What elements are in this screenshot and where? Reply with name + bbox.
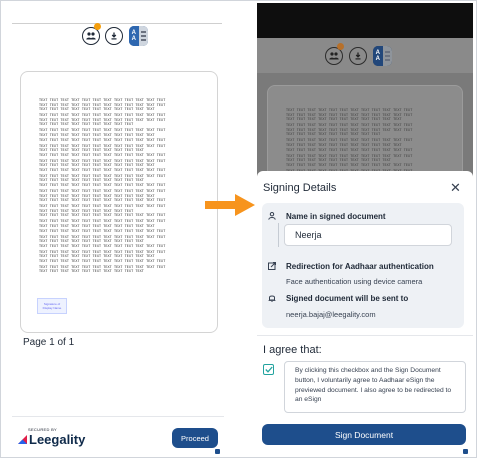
document-paragraph: TEXT TEXT TEXT TEXT TEXT TEXT TEXT TEXT … [39, 204, 204, 218]
document-paragraph: TEXT TEXT TEXT TEXT TEXT TEXT TEXT TEXT … [39, 144, 204, 158]
document-paragraph: TEXT TEXT TEXT TEXT TEXT TEXT TEXT TEXT … [39, 265, 204, 274]
document-preview[interactable]: TEXT TEXT TEXT TEXT TEXT TEXT TEXT TEXT … [20, 71, 218, 333]
document-line: TEXT TEXT TEXT TEXT TEXT TEXT TEXT TEXT … [39, 213, 166, 218]
document-paragraph: TEXT TEXT TEXT TEXT TEXT TEXT TEXT TEXT … [39, 113, 204, 127]
document-line: TEXT TEXT TEXT TEXT TEXT TEXT TEXT TEXT … [39, 228, 166, 233]
document-paragraph: TEXT TEXT TEXT TEXT TEXT TEXT TEXT TEXT … [286, 123, 451, 137]
language-icon: AA [373, 46, 383, 66]
document-line: TEXT TEXT TEXT TEXT TEXT TEXT TEXT TEXT … [39, 183, 166, 188]
sign-document-button[interactable]: Sign Document [262, 424, 466, 445]
external-link-icon [268, 262, 276, 270]
download-button[interactable] [105, 27, 123, 45]
floating-help-handle[interactable] [463, 449, 468, 454]
document-paragraph: TEXT TEXT TEXT TEXT TEXT TEXT TEXT TEXT … [39, 159, 204, 173]
redirect-subtext: Face authentication using device camera [286, 277, 423, 286]
dimmed-toolbar: AA [257, 38, 473, 73]
dimmed-download-button [349, 47, 367, 65]
signing-details-sheet: Signing Details ✕ Name in signed documen… [257, 171, 473, 455]
language-toggle-button[interactable]: AA [129, 26, 148, 46]
left-screen: AA TEXT TEXT TEXT TEXT TEXT TEXT TEXT TE… [12, 3, 224, 455]
footer-divider [12, 416, 224, 417]
document-paragraph: TEXT TEXT TEXT TEXT TEXT TEXT TEXT TEXT … [39, 128, 204, 142]
transition-arrow-icon [205, 194, 255, 216]
consent-checkbox[interactable] [263, 364, 274, 375]
document-line: TEXT TEXT TEXT TEXT TEXT TEXT TEXT TEXT … [39, 107, 155, 112]
recipient-email: neerja.bajaj@leegality.com [286, 310, 376, 319]
dimmed-participants-badge [337, 43, 344, 50]
document-paragraph: TEXT TEXT TEXT TEXT TEXT TEXT TEXT TEXT … [39, 174, 204, 188]
document-line: TEXT TEXT TEXT TEXT TEXT TEXT TEXT TEXT … [286, 147, 413, 152]
sent-to-heading: Signed document will be sent to [286, 294, 409, 303]
document-paragraph: TEXT TEXT TEXT TEXT TEXT TEXT TEXT TEXT … [286, 154, 451, 168]
document-paragraph: TEXT TEXT TEXT TEXT TEXT TEXT TEXT TEXT … [39, 189, 204, 203]
document-line: TEXT TEXT TEXT TEXT TEXT TEXT TEXT TEXT … [39, 243, 166, 248]
floating-help-handle[interactable] [215, 449, 220, 454]
bell-icon [268, 295, 276, 302]
document-line: TEXT TEXT TEXT TEXT TEXT TEXT TEXT TEXT … [39, 198, 166, 203]
consent-text-box: By clicking this checkbox and the Sign D… [284, 361, 466, 413]
document-line: TEXT TEXT TEXT TEXT TEXT TEXT TEXT TEXT … [39, 152, 166, 157]
right-screen: AA TEXT TEXT TEXT TEXT TEXT TEXT TEXT TE… [257, 3, 473, 455]
layout-lines-icon [138, 26, 148, 46]
document-line: TEXT TEXT TEXT TEXT TEXT TEXT TEXT TEXT … [39, 122, 134, 127]
redirect-heading: Redirection for Aadhaar authentication [286, 262, 434, 271]
document-line: TEXT TEXT TEXT TEXT TEXT TEXT TEXT TEXT … [39, 269, 144, 274]
name-heading: Name in signed document [286, 212, 386, 221]
document-line: TEXT TEXT TEXT TEXT TEXT TEXT TEXT TEXT … [39, 137, 166, 142]
leegality-brand: SECURED BY Leegality [18, 427, 85, 447]
person-icon [268, 212, 276, 220]
document-paragraph: TEXT TEXT TEXT TEXT TEXT TEXT TEXT TEXT … [39, 98, 204, 112]
agreement-divider [257, 335, 473, 336]
signature-stamp: Signature of Display Name [37, 298, 67, 314]
document-line: TEXT TEXT TEXT TEXT TEXT TEXT TEXT TEXT … [286, 132, 381, 137]
document-paragraph: TEXT TEXT TEXT TEXT TEXT TEXT TEXT TEXT … [39, 250, 204, 264]
download-icon [355, 52, 361, 60]
signing-details-card: Name in signed document Neerja Redirecti… [262, 203, 464, 328]
people-icon [329, 52, 339, 60]
people-icon [86, 32, 96, 40]
document-body-text: TEXT TEXT TEXT TEXT TEXT TEXT TEXT TEXT … [39, 98, 204, 275]
document-line: TEXT TEXT TEXT TEXT TEXT TEXT TEXT TEXT … [286, 117, 402, 122]
document-line: TEXT TEXT TEXT TEXT TEXT TEXT TEXT TEXT … [39, 167, 166, 172]
leegality-logo-icon [18, 435, 27, 444]
language-icon: AA [129, 26, 139, 46]
layout-lines-icon [382, 46, 392, 66]
document-paragraph: TEXT TEXT TEXT TEXT TEXT TEXT TEXT TEXT … [39, 235, 204, 249]
status-bar-area [257, 3, 473, 38]
page-indicator: Page 1 of 1 [23, 337, 75, 348]
proceed-button[interactable]: Proceed [172, 428, 218, 448]
document-paragraph: TEXT TEXT TEXT TEXT TEXT TEXT TEXT TEXT … [39, 219, 204, 233]
signature-stamp-line-2: Display Name [42, 306, 62, 310]
top-divider [12, 23, 222, 24]
participants-badge [94, 23, 101, 30]
brand-name: Leegality [29, 432, 86, 447]
document-paragraph: TEXT TEXT TEXT TEXT TEXT TEXT TEXT TEXT … [286, 108, 451, 122]
checkmark-icon [264, 366, 273, 373]
sheet-title: Signing Details [263, 182, 337, 194]
download-icon [111, 32, 117, 40]
close-icon[interactable]: ✕ [450, 180, 461, 196]
dimmed-language-toggle: AA [373, 46, 392, 66]
document-line: TEXT TEXT TEXT TEXT TEXT TEXT TEXT TEXT … [286, 162, 413, 167]
document-line: TEXT TEXT TEXT TEXT TEXT TEXT TEXT TEXT … [39, 258, 166, 263]
name-connector-line [278, 223, 279, 247]
signer-name-field[interactable]: Neerja [284, 224, 452, 246]
document-paragraph: TEXT TEXT TEXT TEXT TEXT TEXT TEXT TEXT … [286, 138, 451, 152]
agreement-title: I agree that: [263, 344, 322, 356]
